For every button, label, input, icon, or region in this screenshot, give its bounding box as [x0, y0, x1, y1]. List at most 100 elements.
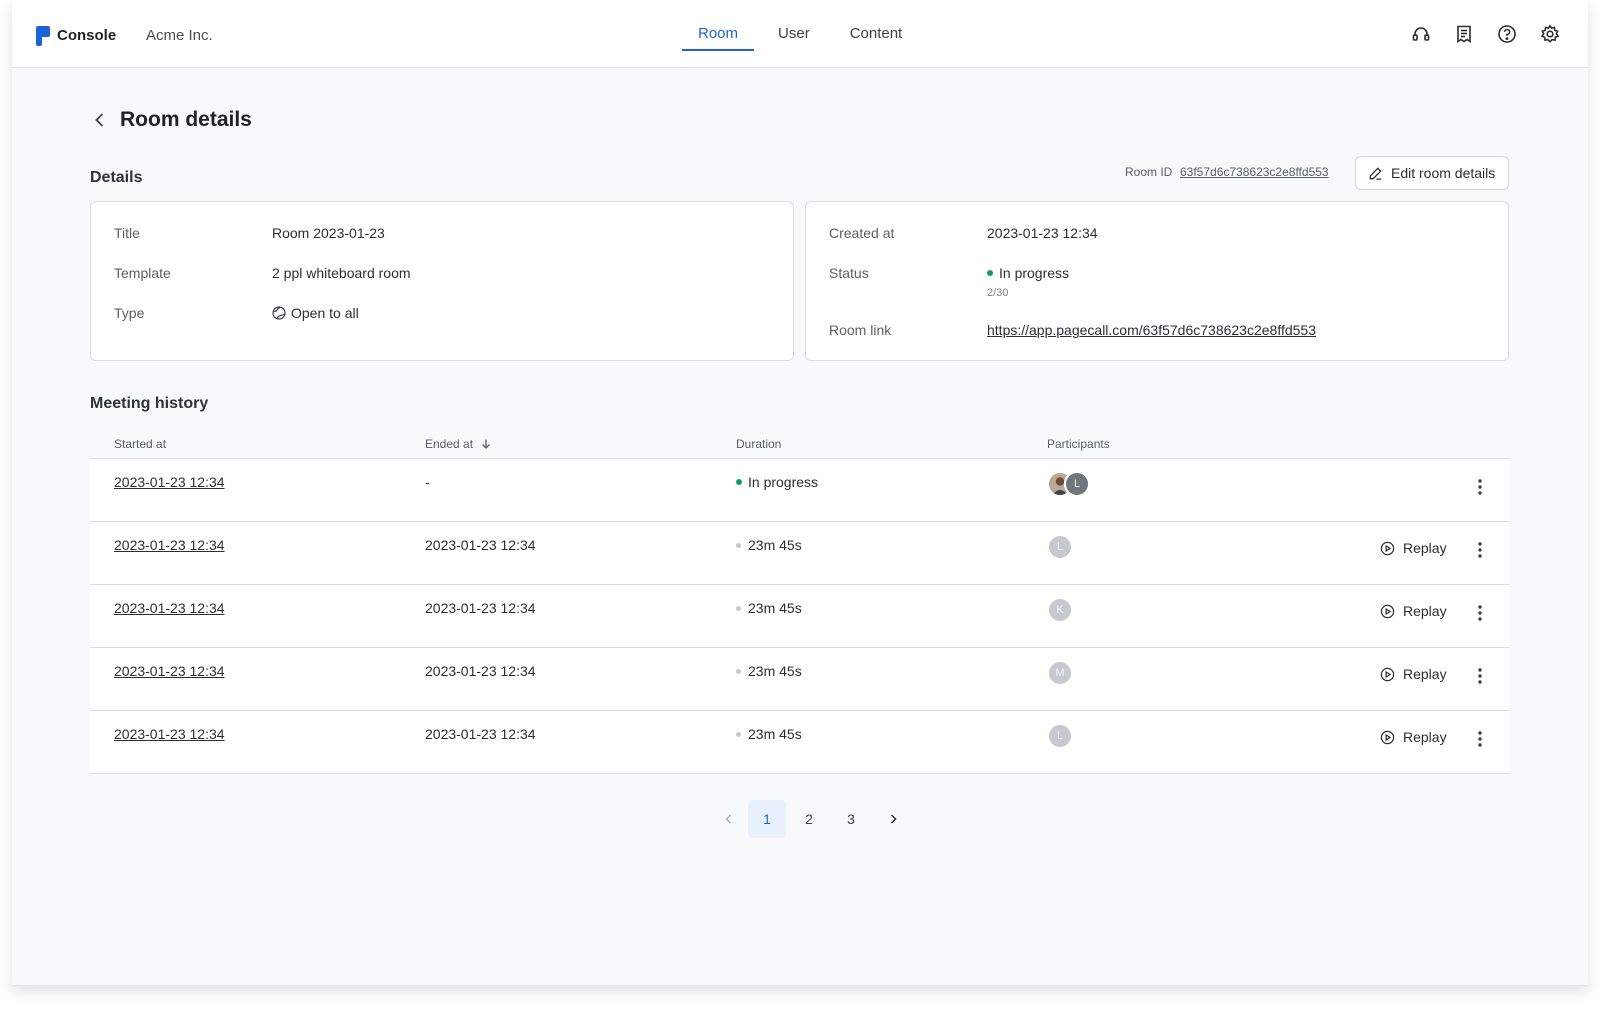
replay-button[interactable]: Replay [1380, 540, 1447, 556]
table-header: Started at Ended at Duration Participant… [90, 428, 1509, 459]
replay-label: Replay [1403, 540, 1447, 556]
replay-button[interactable]: Replay [1380, 603, 1447, 619]
duration-value-wrap: 23m 45s [736, 600, 802, 616]
edit-room-details-button[interactable]: Edit room details [1355, 156, 1509, 190]
column-participants[interactable]: Participants [1047, 437, 1110, 451]
pencil-icon [1369, 166, 1382, 180]
play-circle-icon [1380, 541, 1395, 555]
created-at-value: 2023-01-23 12:34 [987, 225, 1098, 241]
edit-room-details-label: Edit room details [1391, 165, 1496, 181]
help-icon[interactable] [1497, 24, 1517, 44]
table-row: 2023-01-23 12:34 2023-01-23 12:34 23m 45… [90, 711, 1509, 774]
ended-at-value: 2023-01-23 12:34 [425, 600, 536, 616]
column-duration[interactable]: Duration [736, 437, 781, 451]
back-arrow-icon[interactable] [90, 110, 110, 130]
avatar-initial: M [1055, 667, 1065, 679]
participant-avatars: M [1047, 660, 1073, 686]
more-options-icon[interactable] [1472, 729, 1488, 749]
brand-name[interactable]: Console [57, 27, 116, 44]
table-row: 2023-01-23 12:34 2023-01-23 12:34 23m 45… [90, 585, 1509, 648]
app-window: Console Acme Inc. Room User Content Room… [12, 0, 1588, 986]
duration-value-wrap: 23m 45s [736, 663, 802, 679]
settings-icon[interactable] [1540, 24, 1560, 44]
tab-user[interactable]: User [762, 0, 826, 68]
title-label: Title [114, 225, 140, 241]
started-at-link[interactable]: 2023-01-23 12:34 [114, 600, 225, 616]
ended-at-value: 2023-01-23 12:34 [425, 726, 536, 742]
type-value: Open to all [291, 305, 359, 321]
started-at-link[interactable]: 2023-01-23 12:34 [114, 537, 225, 553]
status-dot-icon [987, 270, 993, 277]
next-page-button[interactable] [874, 800, 912, 838]
tab-room[interactable]: Room [682, 0, 755, 68]
more-options-icon[interactable] [1472, 603, 1488, 623]
replay-button[interactable]: Replay [1380, 666, 1447, 682]
replay-button[interactable]: Replay [1380, 729, 1447, 745]
participant-avatars: L [1047, 471, 1090, 497]
room-id-label: Room ID [1125, 165, 1173, 179]
more-options-icon[interactable] [1472, 477, 1488, 497]
meeting-history-table: Started at Ended at Duration Participant… [90, 428, 1509, 774]
column-ended-at[interactable]: Ended at [425, 437, 492, 451]
table-row: 2023-01-23 12:34 2023-01-23 12:34 23m 45… [90, 522, 1509, 585]
document-icon[interactable] [1454, 24, 1474, 44]
more-options-icon[interactable] [1472, 666, 1488, 686]
previous-page-button[interactable] [710, 800, 748, 838]
details-card-left: Title Room 2023-01-23 Template 2 ppl whi… [90, 201, 794, 361]
organization-name[interactable]: Acme Inc. [146, 27, 213, 44]
participant-avatars: L [1047, 723, 1073, 749]
ended-at-value: 2023-01-23 12:34 [425, 537, 536, 553]
play-circle-icon [1380, 604, 1395, 618]
participant-count: 2/30 [987, 287, 1009, 299]
replay-label: Replay [1403, 729, 1447, 745]
avatar[interactable]: M [1047, 660, 1073, 686]
top-bar: Console Acme Inc. Room User Content [12, 0, 1588, 68]
page-1-button[interactable]: 1 [748, 800, 786, 838]
avatar-initial: L [1073, 478, 1081, 490]
ended-at-value: 2023-01-23 12:34 [425, 663, 536, 679]
created-at-label: Created at [829, 225, 895, 241]
template-value: 2 ppl whiteboard room [272, 265, 411, 281]
started-at-link[interactable]: 2023-01-23 12:34 [114, 474, 225, 490]
started-at-link[interactable]: 2023-01-23 12:34 [114, 663, 225, 679]
duration-value-wrap: 23m 45s [736, 726, 802, 742]
ended-dot-icon [736, 605, 741, 611]
globe-icon [272, 306, 286, 320]
ended-at-value: - [425, 474, 430, 490]
pagination: 1 2 3 [710, 800, 912, 838]
page-header: Room details [90, 108, 252, 132]
status-value-wrap: In progress [987, 265, 1069, 281]
details-card-right: Created at 2023-01-23 12:34 Status In pr… [805, 201, 1509, 361]
headset-icon[interactable] [1411, 24, 1431, 44]
type-label: Type [114, 305, 145, 321]
participant-avatars: L [1047, 534, 1073, 560]
avatar[interactable]: L [1047, 534, 1073, 560]
duration-value: 23m 45s [748, 537, 802, 553]
started-at-link[interactable]: 2023-01-23 12:34 [114, 726, 225, 742]
column-started-at[interactable]: Started at [114, 437, 166, 451]
avatar-initial: L [1056, 541, 1064, 553]
ended-dot-icon [736, 731, 741, 737]
room-id-link[interactable]: 63f57d6c738623c2e8ffd553 [1180, 165, 1329, 179]
duration-value: 23m 45s [748, 726, 802, 742]
replay-label: Replay [1403, 603, 1447, 619]
tab-content[interactable]: Content [834, 0, 919, 68]
page-2-button[interactable]: 2 [790, 800, 828, 838]
avatar[interactable]: L [1047, 723, 1073, 749]
play-circle-icon [1380, 730, 1395, 744]
meeting-history-title: Meeting history [90, 395, 209, 412]
ended-dot-icon [736, 668, 741, 674]
table-row: 2023-01-23 12:34 2023-01-23 12:34 23m 45… [90, 648, 1509, 711]
title-value: Room 2023-01-23 [272, 225, 385, 241]
top-icon-group [1411, 24, 1560, 44]
sort-down-icon[interactable] [480, 438, 492, 450]
avatar[interactable]: L [1064, 471, 1090, 497]
more-options-icon[interactable] [1472, 540, 1488, 560]
ended-dot-icon [736, 542, 741, 548]
details-section-title: Details [90, 169, 143, 186]
play-circle-icon [1380, 667, 1395, 681]
duration-value: In progress [748, 474, 819, 490]
avatar[interactable]: K [1047, 597, 1073, 623]
room-link-value[interactable]: https://app.pagecall.com/63f57d6c738623c… [987, 322, 1316, 338]
page-3-button[interactable]: 3 [832, 800, 870, 838]
